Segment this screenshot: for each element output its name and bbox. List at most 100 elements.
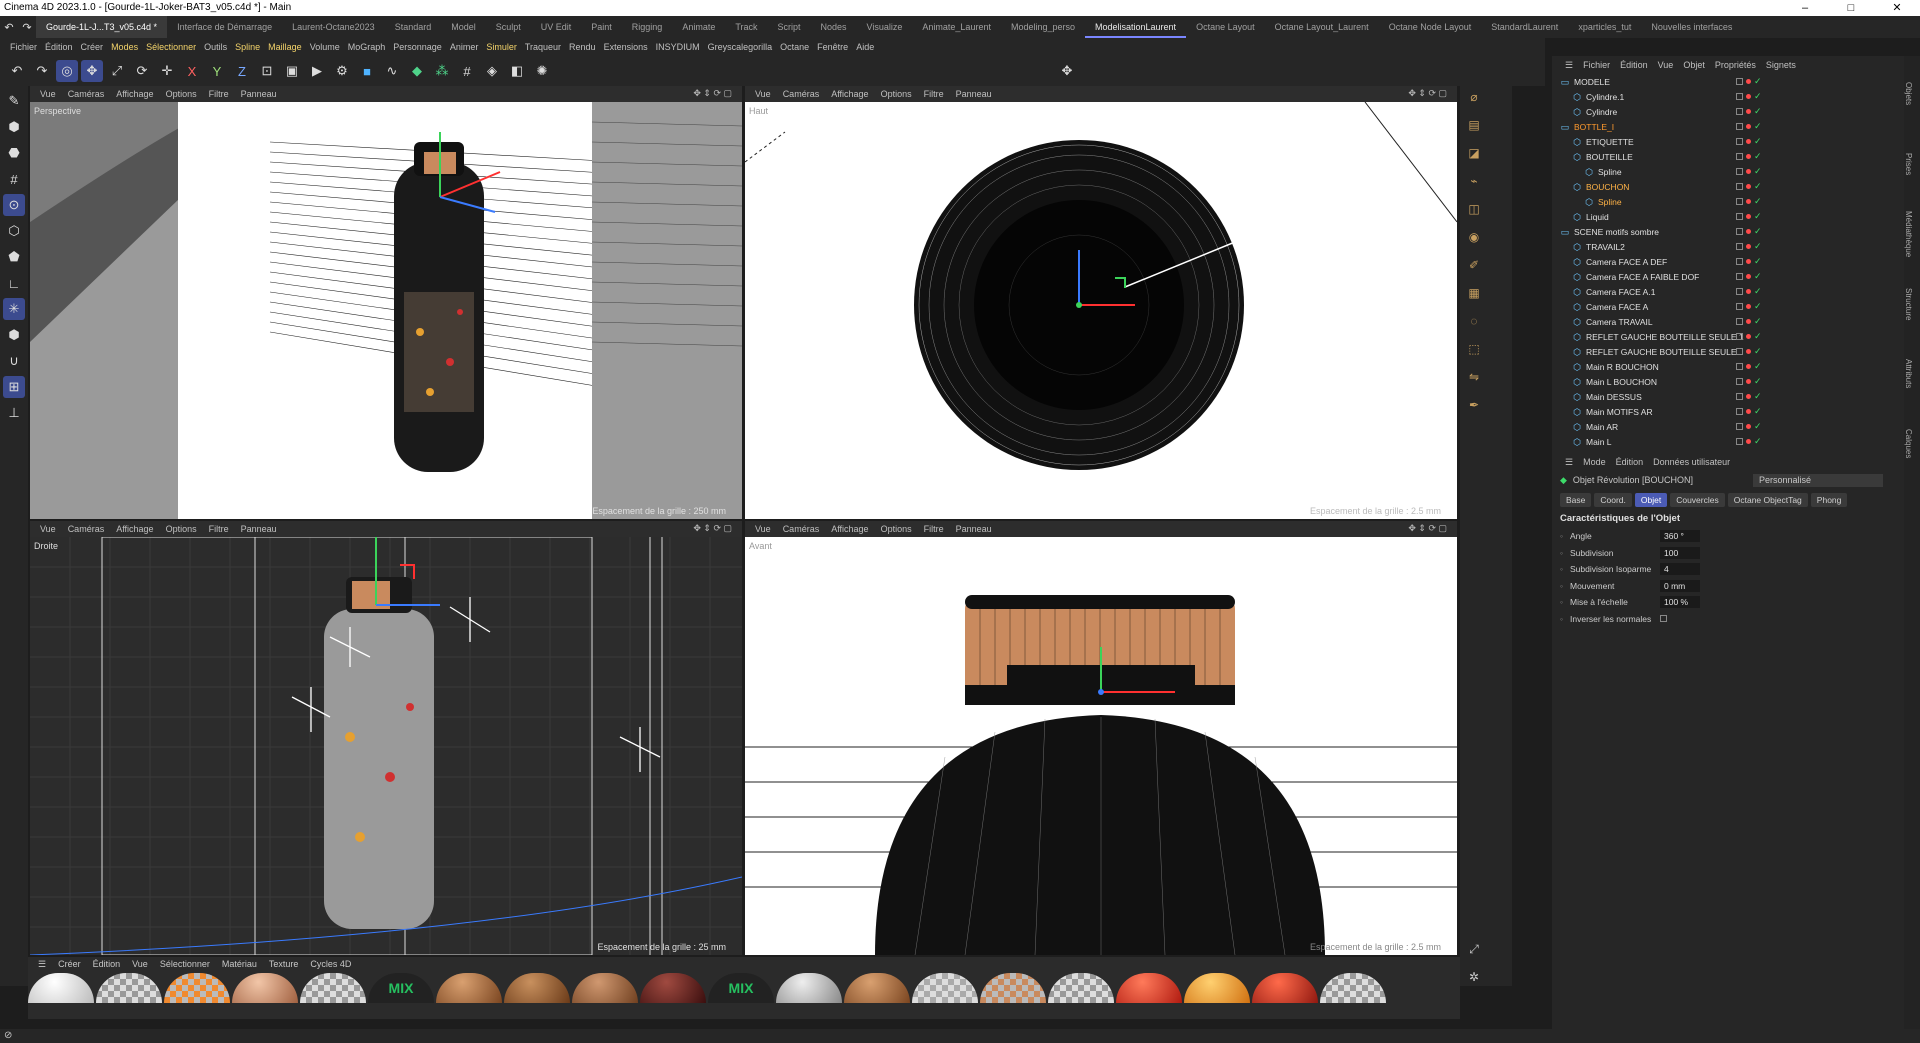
layout-tab[interactable]: Gourde-1L-J...T3_v05.c4d * (36, 16, 168, 38)
render-dot[interactable] (1746, 274, 1751, 279)
attribute-tab[interactable]: Octane ObjectTag (1727, 493, 1808, 507)
visibility-toggle[interactable] (1736, 408, 1743, 415)
z-axis-icon[interactable]: Z (231, 60, 253, 82)
layout-tab[interactable]: Laurent-Octane2023 (282, 16, 385, 38)
render-dot[interactable] (1746, 304, 1751, 309)
attribute-menu-item[interactable]: Édition (1611, 457, 1649, 467)
attribute-tab[interactable]: Coord. (1594, 493, 1632, 507)
visibility-toggle[interactable] (1736, 378, 1743, 385)
viewport-menu-item[interactable]: Affichage (110, 89, 159, 99)
enabled-check-icon[interactable]: ✓ (1754, 76, 1762, 87)
attribute-value-field[interactable]: 100 (1660, 546, 1700, 559)
menu-item[interactable]: Aide (852, 42, 878, 52)
material-swatch[interactable] (232, 973, 298, 1003)
undo-icon[interactable]: ↶ (6, 60, 28, 82)
material-swatch[interactable] (1048, 973, 1114, 1003)
preset-dropdown[interactable]: Personnalisé (1752, 473, 1883, 487)
object-row[interactable]: ⬡ Main AR ✓ (1552, 419, 1904, 434)
attribute-tab[interactable]: Base (1560, 493, 1592, 507)
render-dot[interactable] (1746, 199, 1751, 204)
quantize-icon[interactable]: ⊥ (3, 402, 25, 424)
render-dot[interactable] (1746, 394, 1751, 399)
layout-tab[interactable]: Script (768, 16, 811, 38)
material-menu-item[interactable]: Créer (52, 959, 87, 969)
object-row[interactable]: ⬡ Main L ✓ (1552, 434, 1904, 449)
visibility-toggle[interactable] (1736, 348, 1743, 355)
render-dot[interactable] (1746, 424, 1751, 429)
menu-item[interactable]: Sélectionner (142, 42, 200, 52)
object-menu-item[interactable]: Édition (1615, 60, 1653, 70)
menu-item[interactable]: Traqueur (521, 42, 565, 52)
menu-item[interactable]: Fenêtre (813, 42, 852, 52)
menu-item[interactable]: Maillage (264, 42, 306, 52)
material-swatch-mix[interactable]: MIX (708, 973, 774, 1003)
material-menu-item[interactable]: Texture (263, 959, 305, 969)
visibility-toggle[interactable] (1736, 333, 1743, 340)
cube-icon[interactable]: ■ (356, 60, 378, 82)
viewport-menu-item[interactable]: Caméras (777, 89, 826, 99)
object-menu-item[interactable]: Signets (1761, 60, 1801, 70)
enabled-check-icon[interactable]: ✓ (1754, 376, 1762, 387)
material-swatch[interactable] (504, 973, 570, 1003)
mirror-icon[interactable]: ⇋ (1464, 370, 1484, 390)
material-swatch[interactable] (164, 973, 230, 1003)
side-tab[interactable]: Prises (1904, 126, 1913, 196)
enabled-check-icon[interactable]: ✓ (1754, 316, 1762, 327)
viewport-nav-icons[interactable]: ✥ ⇕ ⟳ ▢ (1402, 88, 1453, 99)
polygon-mode-icon[interactable]: ⬟ (3, 246, 25, 268)
material-swatch[interactable] (1320, 973, 1386, 1003)
object-row[interactable]: ⬡ Cylindre ✓ (1552, 104, 1904, 119)
magnet-icon[interactable]: ∪ (3, 350, 25, 372)
material-menu-item[interactable]: Vue (126, 959, 154, 969)
side-tab[interactable]: Attributs (1904, 336, 1913, 406)
object-row[interactable]: ⬡ Main L BOUCHON ✓ (1552, 374, 1904, 389)
iron-icon[interactable]: ▦ (1464, 286, 1484, 306)
object-row[interactable]: ⬡ Camera FACE A DEF ✓ (1552, 254, 1904, 269)
layout-tab[interactable]: Animate_Laurent (912, 16, 1001, 38)
menu-item[interactable]: Animer (446, 42, 483, 52)
enabled-check-icon[interactable]: ✓ (1754, 211, 1762, 222)
visibility-toggle[interactable] (1736, 93, 1743, 100)
render-dot[interactable] (1746, 259, 1751, 264)
material-swatch[interactable] (1184, 973, 1250, 1003)
object-menu-item[interactable]: Fichier (1578, 60, 1615, 70)
enabled-check-icon[interactable]: ✓ (1754, 91, 1762, 102)
object-row[interactable]: ▭ MODELE ✓ (1552, 74, 1904, 89)
visibility-toggle[interactable] (1736, 213, 1743, 220)
menu-item[interactable]: INSYDIUM (652, 42, 704, 52)
render-dot[interactable] (1746, 79, 1751, 84)
visibility-toggle[interactable] (1736, 273, 1743, 280)
keyframe-dot-icon[interactable]: ◦ (1560, 531, 1570, 541)
coordinate-system-icon[interactable]: ⊡ (256, 60, 278, 82)
bridge-icon[interactable]: ⌁ (1464, 174, 1484, 194)
invert-normals-checkbox[interactable] (1660, 615, 1667, 623)
layout-tab[interactable]: Track (725, 16, 767, 38)
enabled-check-icon[interactable]: ✓ (1754, 256, 1762, 267)
viewport-perspective[interactable]: Vue Caméras Affichage Options Filtre Panneau ✥… (30, 86, 742, 519)
visibility-toggle[interactable] (1736, 168, 1743, 175)
viewport-canvas-right[interactable]: Espacement de la grille : 25 mm (30, 536, 742, 955)
viewport-front[interactable]: Vue Caméras Affichage Options Filtre Panneau ✥… (745, 521, 1457, 955)
layout-tab[interactable]: Animate (672, 16, 725, 38)
viewport-menu-item[interactable]: Filtre (203, 524, 235, 534)
material-swatch[interactable] (96, 973, 162, 1003)
side-tab[interactable]: Objets (1904, 56, 1913, 126)
enabled-check-icon[interactable]: ✓ (1754, 361, 1762, 372)
render-dot[interactable] (1746, 214, 1751, 219)
enabled-check-icon[interactable]: ✓ (1754, 166, 1762, 177)
layout-tab[interactable]: Octane Layout (1186, 16, 1265, 38)
visibility-toggle[interactable] (1736, 438, 1743, 445)
layout-tab[interactable]: Nouvelles interfaces (1641, 16, 1742, 38)
material-swatch-mix[interactable]: MIX (368, 973, 434, 1003)
layout-tab[interactable]: Standard (385, 16, 442, 38)
model-mode-icon[interactable]: ⊙ (3, 194, 25, 216)
attribute-value-field[interactable]: 100 % (1660, 596, 1700, 609)
x-axis-icon[interactable]: X (181, 60, 203, 82)
enabled-check-icon[interactable]: ✓ (1754, 286, 1762, 297)
layout-tab[interactable]: Sculpt (486, 16, 531, 38)
enabled-check-icon[interactable]: ✓ (1754, 106, 1762, 117)
redo-icon[interactable]: ↷ (18, 18, 36, 36)
viewport-menu-item[interactable]: Affichage (110, 524, 159, 534)
object-menu-item[interactable]: Vue (1653, 60, 1679, 70)
viewport-nav-icons[interactable]: ✥ ⇕ ⟳ ▢ (1402, 523, 1453, 534)
